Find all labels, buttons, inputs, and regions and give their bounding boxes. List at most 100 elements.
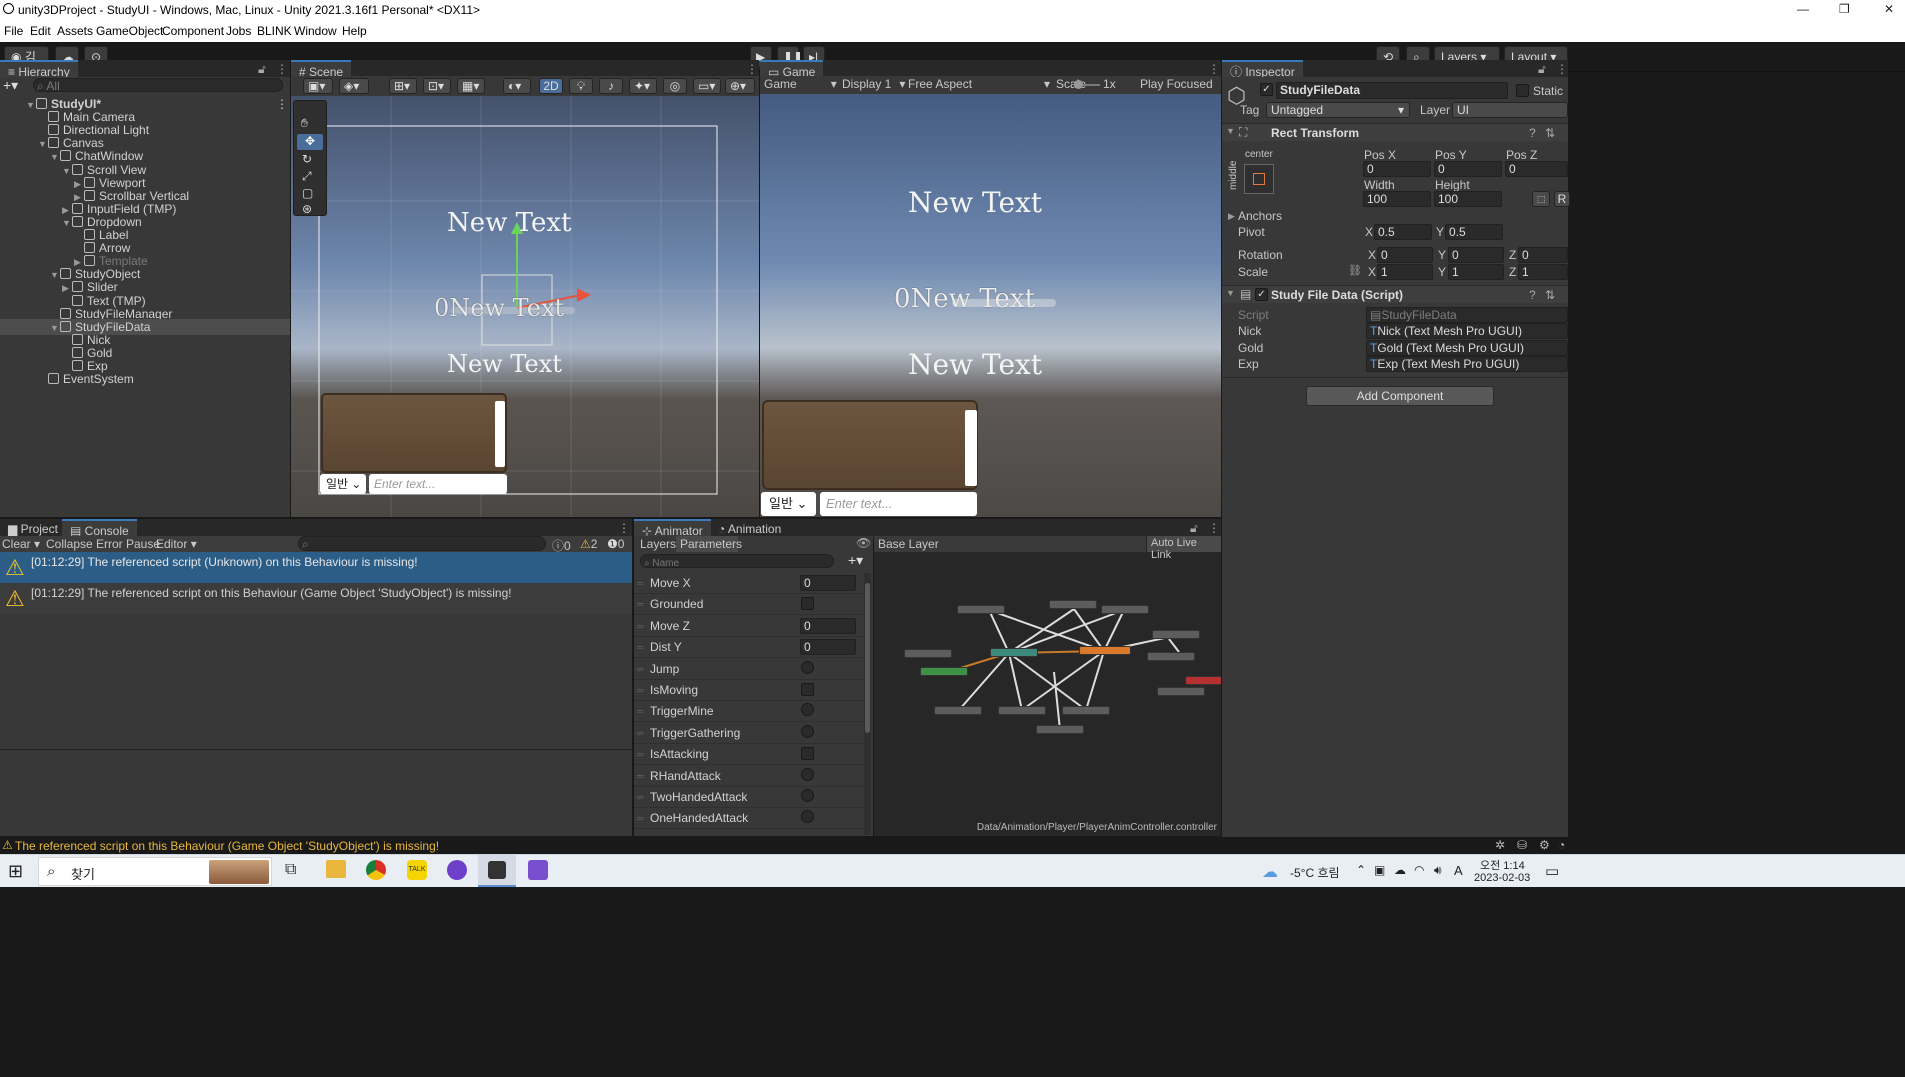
menu-window[interactable]: Window [294,24,337,38]
rect-tool-icon[interactable]: ▢ [302,186,313,200]
param-trigger-toggle[interactable] [801,767,814,781]
volume-icon[interactable]: 🔊︎ [1434,863,1442,878]
menu-gameobject[interactable]: GameObject [96,24,163,38]
panel-menu-icon[interactable]: ⋮ [746,62,758,76]
render-mode-dropdown[interactable]: ◈▾ [339,78,369,94]
scale-z-field[interactable]: 1 [1518,264,1568,280]
state-node[interactable] [1049,600,1097,609]
animator-graph[interactable]: Base Layer Auto Live Link Data/Animation… [874,536,1221,836]
scale-x-field[interactable]: 1 [1377,264,1433,280]
menu-edit[interactable]: Edit [30,24,51,38]
entry-node[interactable] [920,667,968,676]
drag-handle-icon[interactable]: ═ [637,596,643,612]
panel-menu-icon[interactable]: ⋮ [618,521,630,535]
pos-z-field[interactable]: 0 [1505,161,1568,177]
param-row[interactable]: ═ Dist Y 0 [634,637,863,659]
drag-handle-icon[interactable]: ═ [637,725,643,741]
debug-icon[interactable]: ✲ [1495,838,1505,852]
scene-view[interactable]: ✋︎ ✥ ↻ ⤢ ▢ ⊛ New Text 0New Text New Text… [291,96,759,517]
camera-dropdown[interactable]: ▭▾ [693,78,721,94]
param-trigger-toggle[interactable] [801,660,814,674]
eye-icon[interactable]: 👁︎ [856,536,871,550]
param-row[interactable]: ═ IsAttacking [634,744,863,766]
state-node[interactable] [934,706,982,715]
drag-handle-icon[interactable]: ═ [637,746,643,762]
state-node[interactable] [990,648,1038,657]
toggle-2d-button[interactable]: 2D [539,78,563,94]
menu-blink[interactable]: BLINK [257,24,292,38]
rotation-z-field[interactable]: 0 [1518,247,1568,263]
drag-handle-icon[interactable]: ═ [637,618,643,634]
state-node[interactable] [1062,706,1110,715]
blueprint-mode-icon[interactable]: ⬚ [1532,191,1550,207]
scale-slider-thumb[interactable] [1074,80,1083,89]
state-node[interactable] [1157,687,1205,696]
state-node[interactable] [1147,652,1195,661]
scale-tool-icon[interactable]: ⤢ [302,169,312,184]
menu-component[interactable]: Component [162,24,224,38]
menu-jobs[interactable]: Jobs [226,24,251,38]
param-scrollbar-thumb[interactable] [865,583,870,733]
network-device-icon[interactable]: ▣ [1374,863,1385,877]
param-scrollbar[interactable] [864,573,871,835]
object-name-input[interactable]: StudyFileData [1276,82,1508,99]
error-count-toggle[interactable]: ❶0 [607,537,624,551]
file-explorer-icon[interactable] [326,860,346,878]
log-entry[interactable]: ⚠ [01:12:29] The referenced script on th… [0,583,632,614]
drag-handle-icon[interactable]: ═ [637,661,643,677]
help-icon[interactable]: ? [1529,288,1536,302]
param-trigger-toggle[interactable] [801,703,814,717]
param-row[interactable]: ═ TriggerGathering [634,723,863,744]
menu-file[interactable]: File [4,24,23,38]
nick-field[interactable]: TNick (Text Mesh Pro UGUI) [1366,323,1568,339]
drag-handle-icon[interactable]: ═ [637,682,643,698]
notification-icon[interactable]: ▭ [1545,862,1559,880]
param-row[interactable]: ═ IsMoving [634,680,863,701]
status-bar[interactable]: ⚠ The referenced script on this Behaviou… [0,837,1905,854]
ime-indicator[interactable]: A [1454,863,1463,878]
auto-live-link-button[interactable]: Auto Live Link [1146,536,1221,561]
gold-field[interactable]: TGold (Text Mesh Pro UGUI) [1366,340,1568,356]
rotation-x-field[interactable]: 0 [1377,247,1433,263]
param-trigger-toggle[interactable] [801,810,814,824]
param-row[interactable]: ═ Jump [634,659,863,680]
param-row[interactable]: ═ OneHandedAttack [634,808,863,830]
draw-mode-dropdown[interactable]: ▣▾ [303,78,333,94]
hierarchy-search-input[interactable]: ⌕ All [33,78,283,92]
play-focused-dropdown[interactable]: Play Focused [1140,77,1213,91]
display-dropdown[interactable]: Display 1 ▾ [842,77,905,91]
chevron-up-icon[interactable]: ⌃ [1356,863,1366,877]
rect-transform-header[interactable]: ▼ ⛶ Rect Transform ? ⇅ [1222,123,1568,141]
panel-menu-icon[interactable]: ⋮ [1556,62,1568,76]
status-icon[interactable]: ◔ [1558,838,1565,852]
close-icon[interactable]: ✕ [1884,2,1894,16]
hierarchy-item[interactable]: EventSystem [0,371,290,387]
weather-icon[interactable]: ☁ [1262,862,1278,882]
param-row[interactable]: ═ Move X 0 [634,573,863,594]
panel-menu-icon[interactable]: ⋮ [276,62,288,76]
param-row[interactable]: ═ Grounded [634,594,863,616]
shading-dropdown[interactable]: ◐▾ [503,78,531,94]
effects-dropdown[interactable]: ✦▾ [629,78,657,94]
warn-count-toggle[interactable]: ⚠2 [580,537,597,551]
exp-field[interactable]: TExp (Text Mesh Pro UGUI) [1366,356,1568,372]
grid-visibility-dropdown[interactable]: ▦▾ [457,78,485,94]
drag-handle-icon[interactable]: ═ [637,639,643,655]
param-value-field[interactable]: 0 [800,639,856,656]
collapse-arrow-icon[interactable]: ▼ [1226,126,1235,136]
rotate-tool-icon[interactable]: ↻ [302,152,312,166]
transform-tool-icon[interactable]: ⊛ [302,202,312,216]
menu-assets[interactable]: Assets [57,24,93,38]
default-state-node[interactable] [1079,646,1131,655]
chrome-icon[interactable] [366,860,386,880]
clock-date[interactable]: 2023-02-03 [1474,872,1530,884]
rotation-y-field[interactable]: 0 [1448,247,1504,263]
onedrive-icon[interactable]: ☁ [1394,863,1406,877]
base-layer-breadcrumb[interactable]: Base Layer [878,537,939,551]
preset-icon[interactable]: ⇅ [1545,126,1555,140]
param-bool-checkbox[interactable] [801,683,814,696]
editor-dropdown[interactable]: Editor ▾ [156,537,197,551]
gizmos-dropdown[interactable]: ⊕▾ [725,78,755,94]
windows-start-icon[interactable]: ⊞ [8,861,23,882]
restore-icon[interactable]: ❐ [1839,2,1850,16]
